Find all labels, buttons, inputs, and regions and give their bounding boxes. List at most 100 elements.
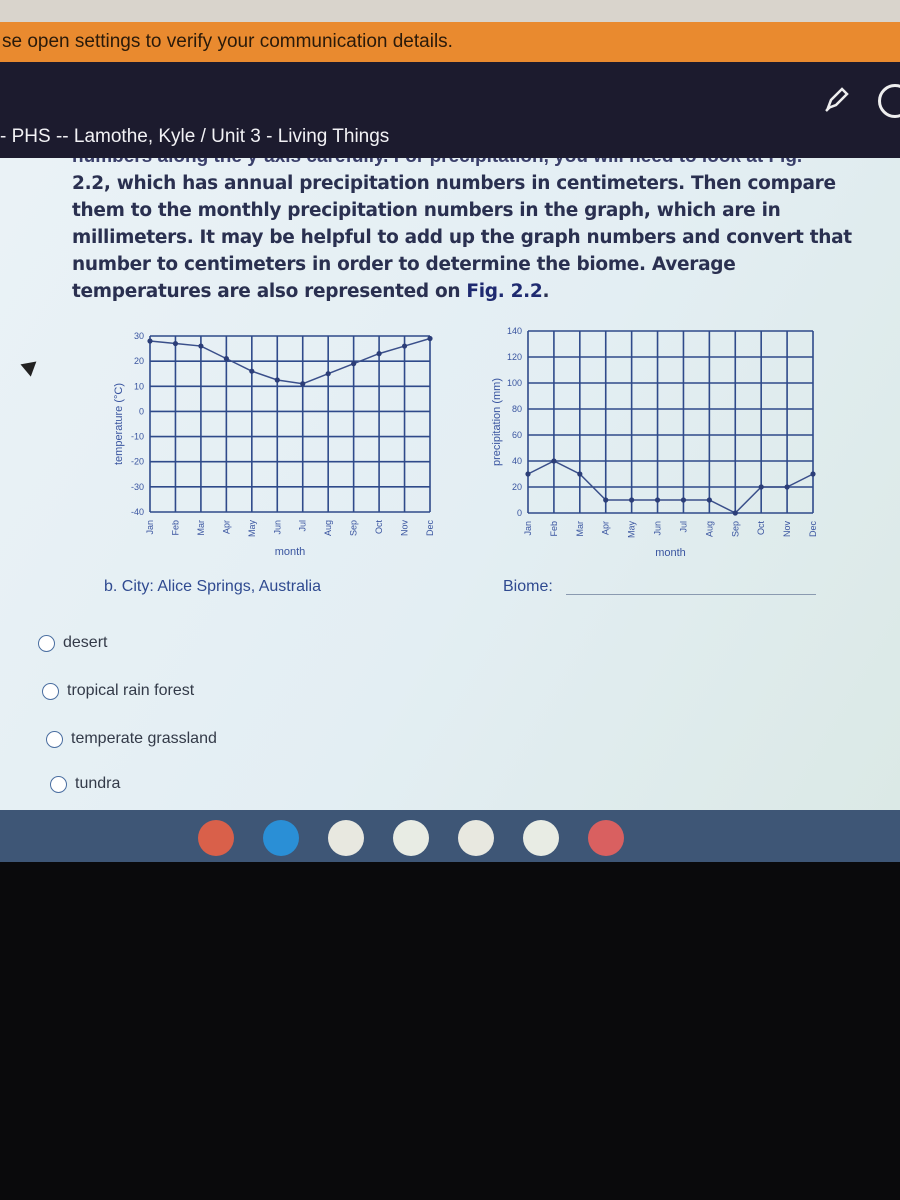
option-temperate-grassland[interactable]: temperate grassland xyxy=(46,730,217,748)
data-point xyxy=(172,340,179,347)
x-tick-label: Feb xyxy=(549,521,559,537)
data-point xyxy=(274,377,280,383)
chrome-icon[interactable] xyxy=(198,820,234,856)
mouse-cursor-icon xyxy=(20,355,42,377)
y-tick-label: -20 xyxy=(131,457,144,467)
x-tick-label: Nov xyxy=(400,520,410,537)
data-point xyxy=(706,497,712,503)
x-tick-label: Jan xyxy=(523,521,533,536)
gmail-icon[interactable] xyxy=(328,820,364,856)
city-label: b. City: Alice Springs, Australia xyxy=(104,578,321,595)
x-axis-label: month xyxy=(275,546,306,558)
y-axis-label: precipitation (mm) xyxy=(491,378,503,466)
x-tick-label: Jul xyxy=(298,520,308,532)
data-point xyxy=(784,484,790,490)
y-tick-label: 0 xyxy=(517,508,522,518)
question-cut-line: numbers along the y-axis carefully. For … xyxy=(72,158,802,168)
y-tick-label: 100 xyxy=(507,378,522,388)
x-tick-label: May xyxy=(627,521,637,539)
option-tundra[interactable]: tundra xyxy=(50,775,120,793)
option-desert[interactable]: desert xyxy=(38,634,107,652)
youtube-icon[interactable] xyxy=(458,820,494,856)
x-tick-label: Oct xyxy=(756,521,766,536)
y-tick-label: 20 xyxy=(512,482,522,492)
option-tropical-rain-forest[interactable]: tropical rain forest xyxy=(42,682,194,700)
question-panel: numbers along the y-axis carefully. For … xyxy=(0,158,900,810)
x-tick-label: Mar xyxy=(575,521,585,537)
fig-reference: Fig. 2.2 xyxy=(466,281,543,302)
data-point xyxy=(300,381,306,387)
x-tick-label: Sep xyxy=(730,521,740,537)
app-header: - PHS -- Lamothe, Kyle / Unit 3 - Living… xyxy=(0,62,900,158)
data-point xyxy=(758,484,764,490)
pen-icon[interactable] xyxy=(822,84,852,114)
data-point xyxy=(629,497,635,503)
y-tick-label: 80 xyxy=(512,404,522,414)
x-tick-label: Jun xyxy=(272,520,282,535)
x-tick-label: Apr xyxy=(601,521,611,535)
temperature-chart: 30 20 10 0 -10 -20 -30 -40Jan Feb Mar Apr May Jun Jul… xyxy=(113,331,435,558)
files-icon[interactable] xyxy=(263,820,299,856)
x-tick-label: Oct xyxy=(374,520,384,535)
data-point xyxy=(401,343,408,349)
block-icon[interactable] xyxy=(878,84,900,118)
x-tick-label: Sep xyxy=(349,520,359,536)
option-label: tropical rain forest xyxy=(67,682,195,699)
docs-icon[interactable] xyxy=(393,820,429,856)
data-point xyxy=(198,343,204,349)
banner-text: se open settings to verify your communic… xyxy=(2,31,453,52)
x-tick-label: Dec xyxy=(425,520,435,537)
data-point xyxy=(654,497,661,503)
y-tick-label: 120 xyxy=(507,352,522,362)
gallery-icon[interactable] xyxy=(588,820,624,856)
y-tick-label: -10 xyxy=(131,432,144,442)
y-tick-label: 0 xyxy=(139,406,144,416)
x-axis-label: month xyxy=(655,547,686,559)
precipitation-chart: 140 120 100 80 60 40 20 0Jan Feb Mar Apr May Jun Jul A… xyxy=(491,326,818,559)
data-point xyxy=(525,471,531,477)
data-point xyxy=(325,371,331,377)
radio-button[interactable] xyxy=(50,775,67,793)
x-tick-label: Jan xyxy=(145,520,155,535)
radio-button[interactable] xyxy=(46,730,63,748)
data-point xyxy=(732,510,738,516)
y-tick-label: 20 xyxy=(134,356,144,366)
data-point xyxy=(427,335,433,342)
play-store-icon[interactable] xyxy=(523,820,559,856)
x-tick-label: Jul xyxy=(678,521,688,533)
x-tick-label: Feb xyxy=(170,520,180,536)
x-tick-label: Nov xyxy=(782,521,792,538)
biome-answer-line xyxy=(566,594,816,595)
x-tick-label: May xyxy=(247,520,257,538)
y-tick-label: 40 xyxy=(512,456,522,466)
y-tick-label: -40 xyxy=(131,507,144,517)
radio-button[interactable] xyxy=(42,682,59,700)
x-tick-label: Jun xyxy=(653,521,663,536)
question-instructions: 2.2, which has annual precipitation numb… xyxy=(72,173,852,302)
screen-top-edge xyxy=(0,0,900,22)
option-label: tundra xyxy=(75,775,121,792)
data-point xyxy=(351,361,357,367)
data-point xyxy=(376,351,382,357)
data-point xyxy=(603,497,609,503)
y-tick-label: 140 xyxy=(507,326,522,336)
data-point xyxy=(680,497,687,503)
breadcrumb[interactable]: - PHS -- Lamothe, Kyle / Unit 3 - Living… xyxy=(0,126,389,148)
x-tick-label: Aug xyxy=(323,520,333,536)
x-tick-label: Aug xyxy=(704,521,714,537)
option-label: temperate grassland xyxy=(71,730,217,747)
y-axis-label: temperature (°C) xyxy=(113,383,125,465)
y-tick-label: 10 xyxy=(134,381,144,391)
taskbar xyxy=(0,810,900,862)
data-point xyxy=(223,356,229,362)
data-point xyxy=(147,338,153,344)
radio-button[interactable] xyxy=(38,634,55,652)
option-label: desert xyxy=(63,634,108,651)
data-point xyxy=(577,471,583,477)
biome-label: Biome: xyxy=(503,578,553,595)
notification-banner[interactable]: se open settings to verify your communic… xyxy=(0,22,900,62)
data-point xyxy=(249,368,255,374)
x-tick-label: Mar xyxy=(196,520,206,536)
data-point xyxy=(551,458,557,464)
x-tick-label: Apr xyxy=(221,520,231,534)
